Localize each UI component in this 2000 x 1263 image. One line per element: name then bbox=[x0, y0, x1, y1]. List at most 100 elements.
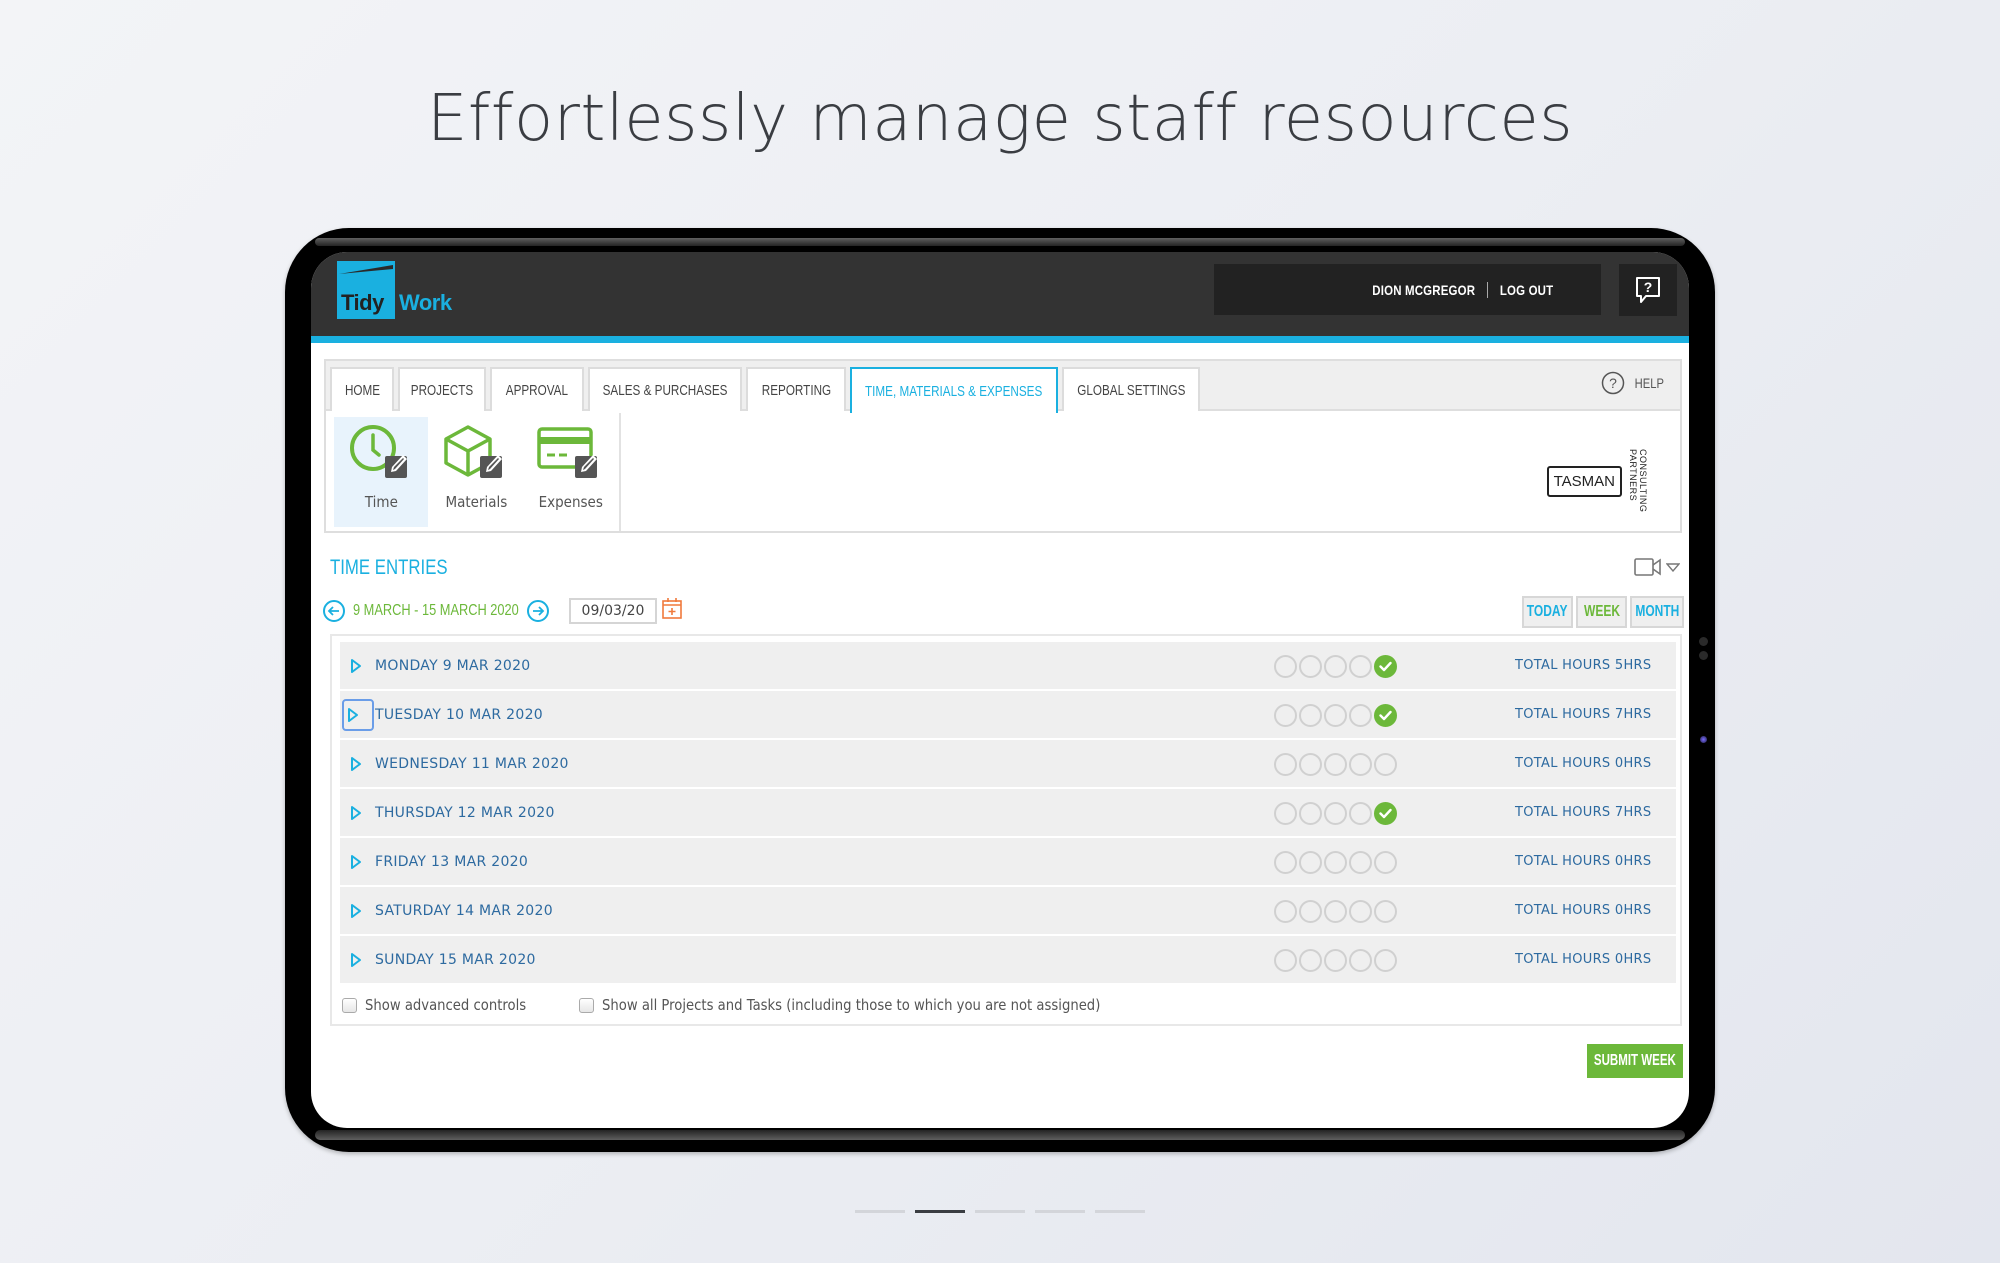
expand-day-button[interactable] bbox=[346, 803, 366, 823]
pager-dot[interactable] bbox=[975, 1210, 1025, 1213]
divider bbox=[1486, 281, 1488, 298]
status-circle-icon bbox=[1349, 900, 1372, 923]
status-check-icon bbox=[1374, 655, 1397, 678]
tab-label: APPROVAL bbox=[505, 381, 569, 399]
tab-time-materials-expenses[interactable]: TIME, MATERIALS & EXPENSES bbox=[850, 367, 1058, 413]
status-circle-icon bbox=[1274, 704, 1297, 727]
help-link[interactable]: ? HELP bbox=[1601, 371, 1668, 395]
status-circle-icon bbox=[1374, 949, 1397, 972]
subnav-label: Materials bbox=[445, 493, 507, 511]
svg-text:?: ? bbox=[1610, 375, 1618, 391]
approval-status bbox=[1274, 655, 1397, 678]
status-circle-icon bbox=[1324, 802, 1347, 825]
status-circle-icon bbox=[1349, 851, 1372, 874]
approval-status bbox=[1274, 802, 1397, 825]
client-logo: TASMAN CONSULTING PARTNERS bbox=[1546, 449, 1648, 513]
tab-label: HOME bbox=[344, 381, 380, 399]
day-label: MONDAY 9 MAR 2020 bbox=[375, 657, 531, 674]
day-row[interactable]: SATURDAY 14 MAR 2020 TOTAL HOURS 0HRS bbox=[340, 887, 1676, 934]
caret-right-icon bbox=[351, 904, 361, 918]
date-input[interactable] bbox=[569, 597, 657, 624]
prev-week-button[interactable] bbox=[323, 599, 345, 622]
month-button[interactable]: MONTH bbox=[1630, 596, 1684, 628]
tab-sales-purchases[interactable]: SALES & PURCHASES bbox=[588, 367, 742, 411]
expand-day-button[interactable] bbox=[346, 852, 366, 872]
total-hours: TOTAL HOURS 0HRS bbox=[1515, 756, 1652, 771]
subnav-materials[interactable]: Materials bbox=[429, 417, 523, 527]
day-row[interactable]: FRIDAY 13 MAR 2020 TOTAL HOURS 0HRS bbox=[340, 838, 1676, 885]
status-circle-icon bbox=[1274, 655, 1297, 678]
chevron-down-icon bbox=[1666, 563, 1680, 572]
day-row[interactable]: SUNDAY 15 MAR 2020 TOTAL HOURS 0HRS bbox=[340, 936, 1676, 983]
pager-dot[interactable] bbox=[915, 1210, 965, 1213]
expand-day-button[interactable] bbox=[346, 754, 366, 774]
caret-right-icon bbox=[351, 855, 361, 869]
show-all-projects-checkbox[interactable] bbox=[579, 997, 594, 1013]
tab-bar: HOME PROJECTS APPROVAL SALES & PURCHASES… bbox=[326, 361, 1680, 413]
status-circle-icon bbox=[1374, 851, 1397, 874]
date-navigator: 9 MARCH - 15 MARCH 2020 bbox=[323, 596, 683, 625]
user-name[interactable]: DION MCGREGOR bbox=[1373, 282, 1476, 298]
submit-week-button[interactable]: SUBMIT WEEK bbox=[1587, 1044, 1683, 1078]
logo-text-work: Work bbox=[399, 290, 452, 315]
video-camera-icon bbox=[1634, 558, 1661, 576]
status-circle-icon bbox=[1299, 851, 1322, 874]
expand-day-button[interactable] bbox=[346, 950, 366, 970]
pager-dot[interactable] bbox=[1035, 1210, 1085, 1213]
day-row[interactable]: WEDNESDAY 11 MAR 2020 TOTAL HOURS 0HRS bbox=[340, 740, 1676, 787]
status-circle-icon bbox=[1299, 753, 1322, 776]
status-circle-icon bbox=[1324, 949, 1347, 972]
day-row[interactable]: TUESDAY 10 MAR 2020 TOTAL HOURS 7HRS bbox=[340, 691, 1676, 738]
device-button bbox=[1699, 637, 1708, 646]
status-circle-icon bbox=[1324, 655, 1347, 678]
tab-projects[interactable]: PROJECTS bbox=[398, 367, 486, 411]
expand-day-button[interactable] bbox=[346, 656, 366, 676]
status-circle-icon bbox=[1299, 802, 1322, 825]
day-row[interactable]: MONDAY 9 MAR 2020 TOTAL HOURS 5HRS bbox=[340, 642, 1676, 689]
tab-reporting[interactable]: REPORTING bbox=[746, 367, 846, 411]
day-row[interactable]: THURSDAY 12 MAR 2020 TOTAL HOURS 7HRS bbox=[340, 789, 1676, 836]
status-circle-icon bbox=[1324, 753, 1347, 776]
status-circle-icon bbox=[1349, 704, 1372, 727]
help-chat-button[interactable]: ? bbox=[1619, 264, 1677, 316]
tab-home[interactable]: HOME bbox=[330, 367, 394, 411]
checkbox-label: Show advanced controls bbox=[365, 996, 527, 1014]
day-label: SUNDAY 15 MAR 2020 bbox=[375, 951, 536, 968]
checkbox-label: Show all Projects and Tasks (including t… bbox=[602, 996, 1101, 1014]
week-button[interactable]: WEEK bbox=[1576, 596, 1627, 628]
user-area: DION MCGREGOR LOG OUT bbox=[1214, 264, 1601, 315]
status-circle-icon bbox=[1349, 655, 1372, 678]
pager-dot[interactable] bbox=[1095, 1210, 1145, 1213]
app-screen: Tidy Work DION MCGREGOR LOG OUT ? HOME P… bbox=[311, 252, 1689, 1128]
day-label: FRIDAY 13 MAR 2020 bbox=[375, 853, 529, 870]
client-logo-tagline: CONSULTING PARTNERS bbox=[1628, 449, 1648, 513]
next-week-button[interactable] bbox=[527, 599, 549, 622]
help-label: HELP bbox=[1635, 375, 1665, 391]
status-circle-icon bbox=[1324, 704, 1347, 727]
total-hours: TOTAL HOURS 0HRS bbox=[1515, 854, 1652, 869]
subnav-time[interactable]: Time bbox=[334, 417, 428, 527]
subnav-expenses[interactable]: Expenses bbox=[524, 417, 618, 527]
caret-right-icon bbox=[351, 953, 361, 967]
logo-mark: Tidy bbox=[337, 261, 395, 319]
pager-dot[interactable] bbox=[855, 1210, 905, 1213]
video-help-dropdown[interactable] bbox=[1634, 557, 1680, 577]
tab-global-settings[interactable]: GLOBAL SETTINGS bbox=[1062, 367, 1200, 411]
expand-day-button[interactable] bbox=[346, 901, 366, 921]
device-button bbox=[1699, 651, 1708, 660]
button-label: WEEK bbox=[1583, 603, 1620, 620]
approval-status bbox=[1274, 753, 1397, 776]
status-circle-icon bbox=[1349, 753, 1372, 776]
status-circle-icon bbox=[1274, 949, 1297, 972]
today-button[interactable]: TODAY bbox=[1522, 596, 1573, 628]
status-circle-icon bbox=[1324, 851, 1347, 874]
show-advanced-checkbox[interactable] bbox=[342, 997, 357, 1013]
tidywork-logo[interactable]: Tidy Work bbox=[337, 261, 452, 319]
status-circle-icon bbox=[1324, 900, 1347, 923]
tab-approval[interactable]: APPROVAL bbox=[490, 367, 584, 411]
logout-link[interactable]: LOG OUT bbox=[1500, 282, 1553, 298]
calendar-add-button[interactable] bbox=[661, 596, 683, 625]
expand-day-button[interactable] bbox=[342, 699, 374, 731]
tab-label: REPORTING bbox=[761, 381, 831, 399]
total-hours: TOTAL HOURS 5HRS bbox=[1515, 658, 1652, 673]
